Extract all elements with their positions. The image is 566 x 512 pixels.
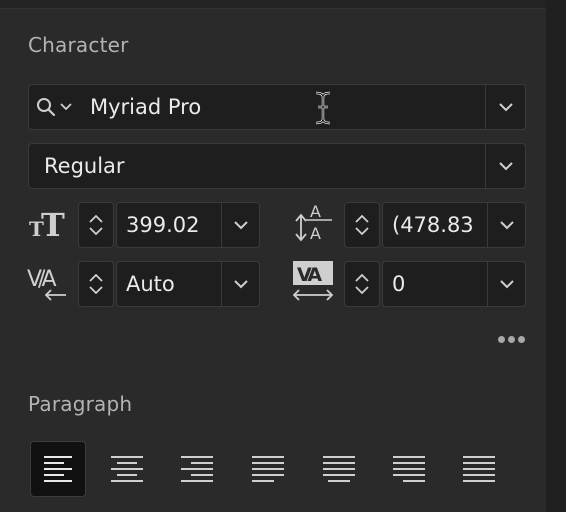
chevron-up-icon [89,214,103,223]
chevron-down-icon [233,221,248,230]
justify-last-right-icon [393,456,425,482]
justify-last-center-button[interactable] [311,441,367,497]
chevron-down-icon [233,280,248,289]
kerning-value[interactable]: Auto [126,272,175,296]
chevron-up-icon [355,214,369,223]
justify-last-left-button[interactable] [240,441,296,497]
chevron-down-icon [499,280,514,289]
paragraph-title: Paragraph [28,392,133,416]
chevron-down-icon [355,227,369,236]
tracking-stepper[interactable] [344,261,380,307]
justify-all-button[interactable] [451,441,507,497]
panel-top-edge [0,0,546,9]
chevron-down-icon [499,221,514,230]
font-size-value[interactable]: 399.02 [126,213,199,237]
svg-text:A: A [310,202,321,221]
font-style-value[interactable]: Regular [44,154,125,178]
leading-stepper[interactable] [344,202,380,248]
font-style-dropdown-button[interactable] [485,144,525,188]
align-center-button[interactable] [99,441,155,497]
justify-last-right-button[interactable] [381,441,437,497]
justify-last-left-icon [252,456,284,482]
tracking-icon: VA [290,258,336,304]
font-family-value[interactable]: Myriad Pro [90,95,201,119]
justify-all-icon [463,456,495,482]
kerning-icon: V/A [26,260,72,302]
svg-text:A: A [310,224,321,243]
svg-text:T: T [41,206,65,241]
svg-text:V/A: V/A [27,267,56,292]
font-size-stepper[interactable] [78,202,114,248]
chevron-down-icon [89,227,103,236]
align-left-icon [44,456,72,482]
text-cursor-icon [313,91,333,125]
chevron-down-icon [355,286,369,295]
leading-dropdown-button[interactable] [487,203,525,247]
svg-text:VA: VA [297,264,322,286]
align-center-icon [111,456,143,482]
chevron-down-icon [498,162,513,171]
tracking-dropdown-button[interactable] [487,262,525,306]
kerning-stepper[interactable] [78,261,114,307]
font-size-dropdown-button[interactable] [221,203,259,247]
dot [518,336,525,343]
chevron-up-icon [89,273,103,282]
tracking-field[interactable]: 0 [382,261,526,307]
chevron-up-icon [355,273,369,282]
tracking-value[interactable]: 0 [392,272,405,296]
chevron-down-icon [498,103,513,112]
kerning-field[interactable]: Auto [116,261,260,307]
character-panel [0,0,546,512]
dot [498,336,505,343]
leading-field[interactable]: (478.83 [382,202,526,248]
kerning-dropdown-button[interactable] [221,262,259,306]
font-family-dropdown-button[interactable] [485,85,525,129]
chevron-down-icon [89,286,103,295]
character-title: Character [28,33,129,57]
leading-icon: A A [292,199,336,245]
align-left-button[interactable] [30,441,86,497]
leading-value[interactable]: (478.83 [392,213,474,237]
dot [508,336,515,343]
more-options-icon[interactable] [498,336,525,343]
align-right-button[interactable] [169,441,225,497]
font-style-field[interactable]: Regular [28,143,526,189]
search-icon[interactable] [35,96,75,118]
font-family-field[interactable]: Myriad Pro [28,84,526,130]
font-size-icon: T T [28,205,70,241]
justify-last-center-icon [323,456,355,482]
align-right-icon [181,456,213,482]
panel-scroll-gutter [546,0,566,512]
font-size-field[interactable]: 399.02 [116,202,260,248]
